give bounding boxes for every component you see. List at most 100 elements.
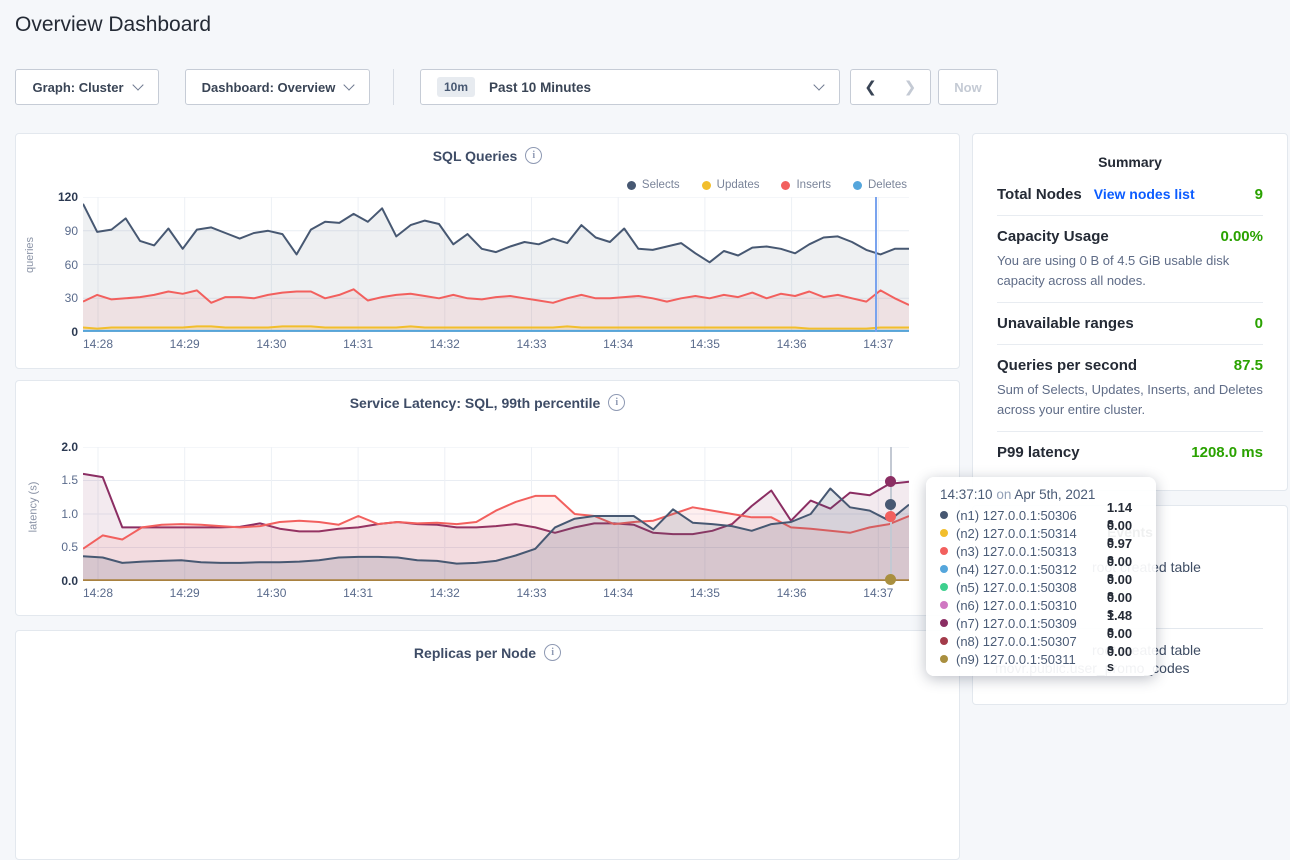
legend-item-deletes[interactable]: Deletes — [853, 179, 907, 191]
chevron-down-icon — [132, 79, 143, 90]
x-tick: 14:30 — [256, 337, 286, 351]
legend-label: Deletes — [868, 179, 907, 191]
latency-hover-tooltip: 14:37:10 on Apr 5th, 2021 (n1) 127.0.0.1… — [926, 477, 1156, 676]
view-nodes-list-link[interactable]: View nodes list — [1094, 186, 1195, 202]
summary-panel: Summary Total Nodes View nodes list 9 Ca… — [972, 133, 1288, 491]
replicas-chart-title: Replicas per Node — [414, 645, 536, 661]
unavailable-ranges-value: 0 — [1255, 315, 1263, 332]
node-latency-value: 0.00 s — [1107, 644, 1142, 674]
tooltip-row-n9: (n9) 127.0.0.1:50311 0.00 s — [940, 650, 1142, 668]
legend-label: Selects — [642, 179, 680, 191]
legend-item-inserts[interactable]: Inserts — [781, 179, 831, 191]
capacity-usage-label: Capacity Usage — [997, 228, 1109, 245]
node-color-dot-icon — [940, 511, 948, 519]
unavailable-ranges-label: Unavailable ranges — [997, 315, 1134, 332]
y-tick: 90 — [65, 224, 78, 238]
time-window-badge: 10m — [437, 77, 475, 97]
x-tick: 14:30 — [256, 586, 286, 600]
qps-description: Sum of Selects, Updates, Inserts, and De… — [997, 380, 1263, 419]
y-tick: 0.0 — [61, 574, 78, 588]
x-tick: 14:34 — [603, 337, 633, 351]
time-range-label: Past 10 Minutes — [489, 80, 591, 95]
graph-selector-dropdown[interactable]: Graph: Cluster — [15, 69, 159, 105]
node-color-dot-icon — [940, 655, 948, 663]
x-tick: 14:36 — [777, 586, 807, 600]
summary-row-qps: Queries per second 87.5 Sum of Selects, … — [997, 345, 1263, 432]
legend-label: Updates — [717, 179, 760, 191]
summary-row-total-nodes: Total Nodes View nodes list 9 — [997, 174, 1263, 216]
sql-queries-legend: Selects Updates Inserts Deletes — [627, 179, 907, 191]
y-tick: 2.0 — [61, 440, 78, 454]
service-latency-plot[interactable] — [83, 447, 909, 581]
control-bar-divider — [393, 69, 394, 105]
capacity-usage-description: You are using 0 B of 4.5 GiB usable disk… — [997, 251, 1263, 290]
x-tick: 14:36 — [777, 337, 807, 351]
time-prev-button[interactable]: ❮ — [850, 69, 891, 105]
info-icon[interactable]: i — [608, 394, 625, 411]
legend-item-selects[interactable]: Selects — [627, 179, 680, 191]
x-tick: 14:29 — [170, 337, 200, 351]
replicas-per-node-chart-card: Replicas per Node i — [15, 630, 960, 860]
node-color-dot-icon — [940, 565, 948, 573]
x-tick: 14:37 — [863, 337, 893, 351]
selects-dot-icon — [627, 181, 636, 190]
node-address: (n1) 127.0.0.1:50306 — [956, 508, 1107, 523]
y-tick: 60 — [65, 258, 78, 272]
node-color-dot-icon — [940, 583, 948, 591]
latency-hover-dot-icon — [885, 574, 896, 585]
service-latency-chart-card: Service Latency: SQL, 99th percentile i … — [15, 380, 960, 616]
qps-value: 87.5 — [1234, 357, 1263, 374]
chevron-down-icon — [813, 79, 824, 90]
x-tick: 14:31 — [343, 586, 373, 600]
node-address: (n9) 127.0.0.1:50311 — [956, 652, 1107, 667]
y-tick: 30 — [65, 291, 78, 305]
chevron-left-icon: ❮ — [864, 78, 877, 96]
y-tick: 0.5 — [61, 540, 78, 554]
sql-queries-chart-title: SQL Queries — [433, 148, 518, 164]
node-color-dot-icon — [940, 547, 948, 555]
sql-queries-chart-card: SQL Queries i Selects Updates Inserts De… — [15, 133, 960, 369]
deletes-dot-icon — [853, 181, 862, 190]
x-tick: 14:29 — [170, 586, 200, 600]
x-tick: 14:32 — [430, 586, 460, 600]
x-tick: 14:34 — [603, 586, 633, 600]
qps-label: Queries per second — [997, 357, 1137, 374]
latency-y-axis-label: latency (s) — [27, 482, 39, 533]
x-tick: 14:35 — [690, 337, 720, 351]
x-tick: 14:33 — [516, 586, 546, 600]
inserts-dot-icon — [781, 181, 790, 190]
x-tick: 14:31 — [343, 337, 373, 351]
node-color-dot-icon — [940, 601, 948, 609]
sql-queries-plot[interactable] — [83, 197, 909, 332]
info-icon[interactable]: i — [525, 147, 542, 164]
x-tick: 14:28 — [83, 337, 113, 351]
x-tick: 14:33 — [516, 337, 546, 351]
time-next-button[interactable]: ❯ — [890, 69, 931, 105]
x-tick: 14:35 — [690, 586, 720, 600]
summary-row-capacity: Capacity Usage 0.00% You are using 0 B o… — [997, 216, 1263, 303]
legend-label: Inserts — [796, 179, 831, 191]
tooltip-date: Apr 5th, 2021 — [1014, 487, 1095, 502]
node-color-dot-icon — [940, 637, 948, 645]
tooltip-time: 14:37:10 — [940, 487, 993, 502]
x-tick: 14:28 — [83, 586, 113, 600]
chevron-down-icon — [344, 79, 355, 90]
y-tick: 120 — [58, 190, 78, 204]
dashboard-selector-dropdown[interactable]: Dashboard: Overview — [185, 69, 370, 105]
sql-y-axis-label: queries — [24, 237, 36, 273]
y-tick: 1.5 — [61, 473, 78, 487]
now-button[interactable]: Now — [938, 69, 998, 105]
chevron-right-icon: ❯ — [904, 78, 917, 96]
p99-latency-label: P99 latency — [997, 444, 1080, 461]
sql-hover-line — [875, 197, 877, 332]
page-title: Overview Dashboard — [15, 13, 211, 37]
updates-dot-icon — [702, 181, 711, 190]
tooltip-preposition: on — [993, 487, 1015, 502]
node-address: (n2) 127.0.0.1:50314 — [956, 526, 1107, 541]
latency-x-ticks: 14:28 14:29 14:30 14:31 14:32 14:33 14:3… — [83, 586, 909, 602]
graph-selector-label: Graph: Cluster — [32, 80, 123, 95]
legend-item-updates[interactable]: Updates — [702, 179, 760, 191]
node-address: (n8) 127.0.0.1:50307 — [956, 634, 1107, 649]
info-icon[interactable]: i — [544, 644, 561, 661]
time-range-dropdown[interactable]: 10m Past 10 Minutes — [420, 69, 840, 105]
